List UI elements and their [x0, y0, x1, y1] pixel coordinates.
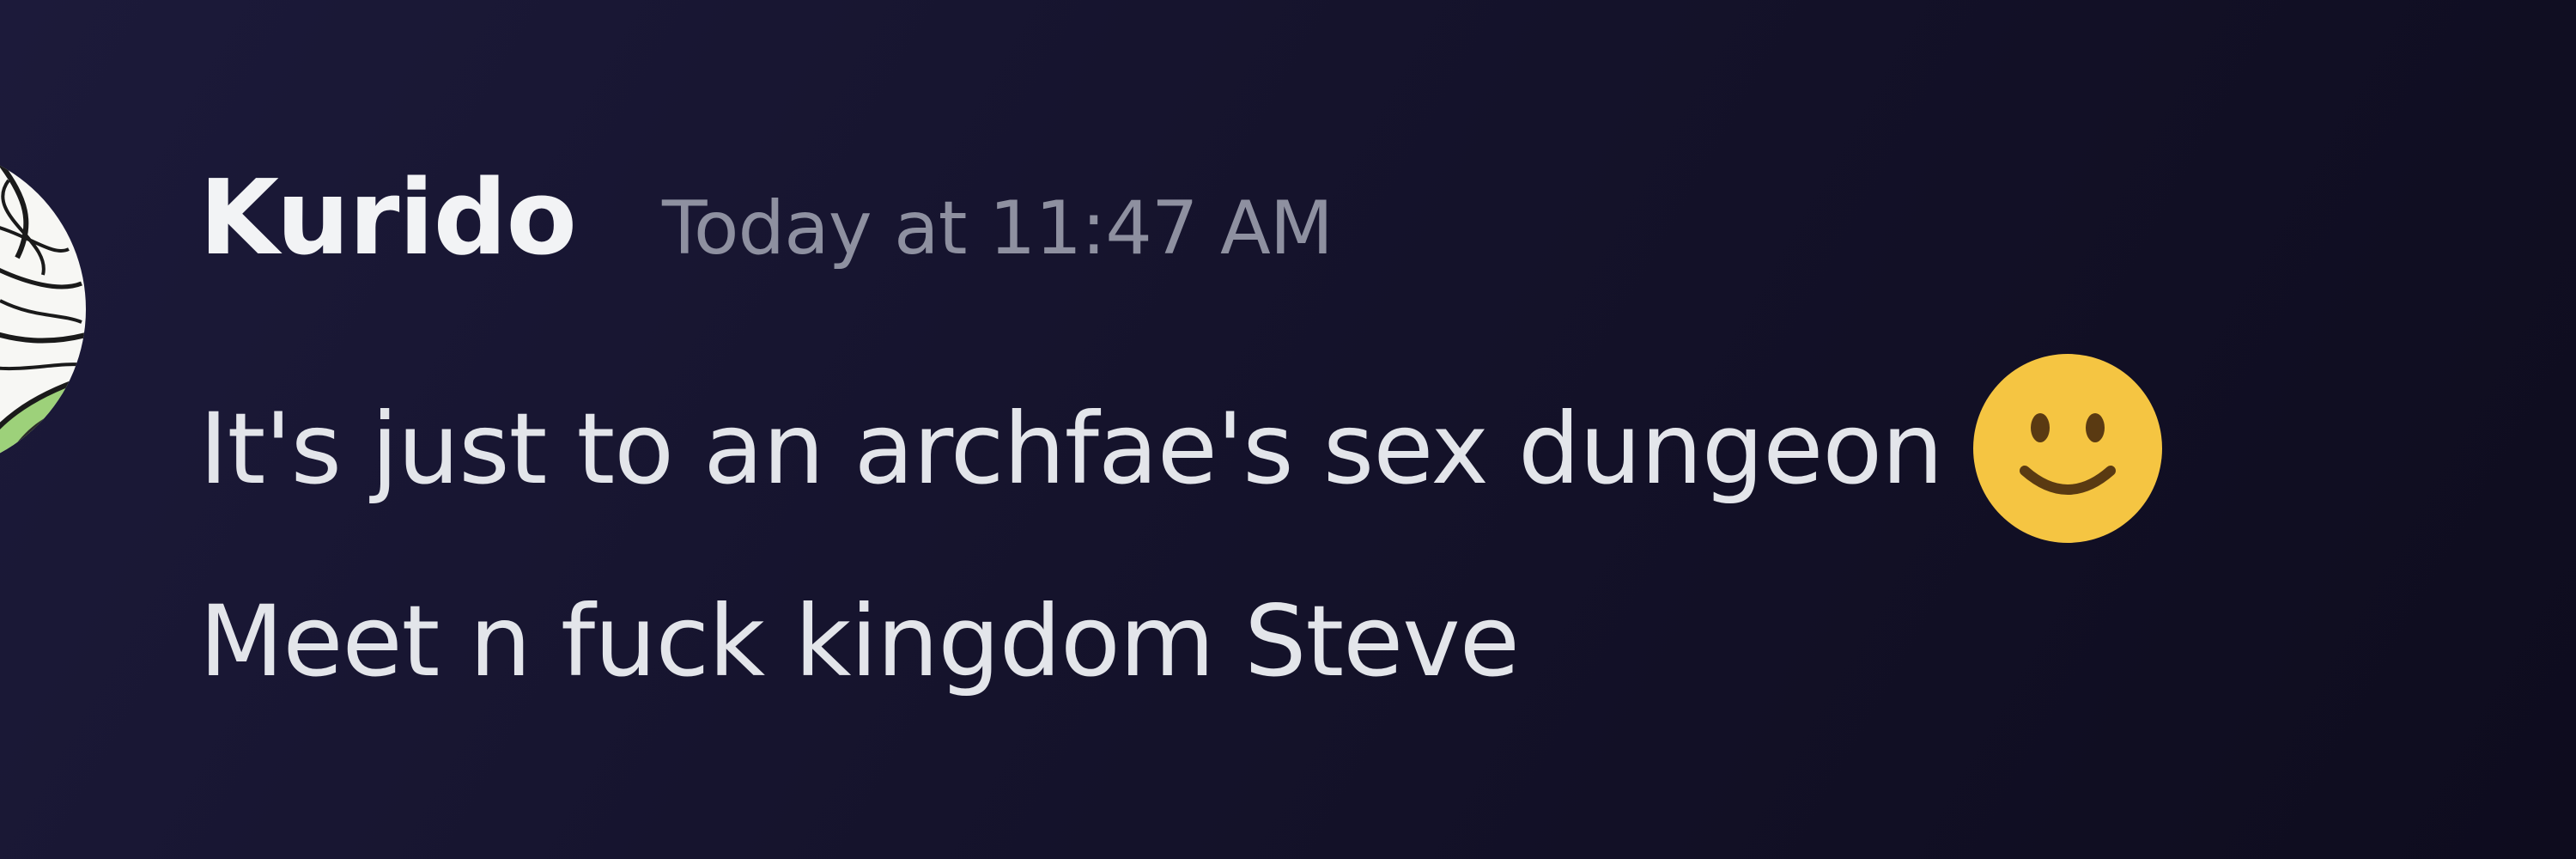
message-line: It's just to an archfae's sex dungeon — [199, 352, 2164, 545]
message-text: Meet n fuck kingdom Steve — [199, 584, 1520, 698]
slightly-smiling-face-icon[interactable] — [1971, 352, 2164, 545]
message-line: Meet n fuck kingdom Steve — [199, 584, 1520, 698]
timestamp[interactable]: Today at 11:47 AM — [662, 186, 1334, 271]
username[interactable]: Kurido — [199, 159, 577, 278]
avatar-image — [0, 146, 86, 472]
message-text: It's just to an archfae's sex dungeon — [199, 391, 1943, 506]
message-header: Kurido Today at 11:47 AM — [199, 159, 1334, 278]
chat-message: Kurido Today at 11:47 AM It's just to an… — [0, 0, 2576, 859]
avatar[interactable] — [0, 146, 86, 472]
